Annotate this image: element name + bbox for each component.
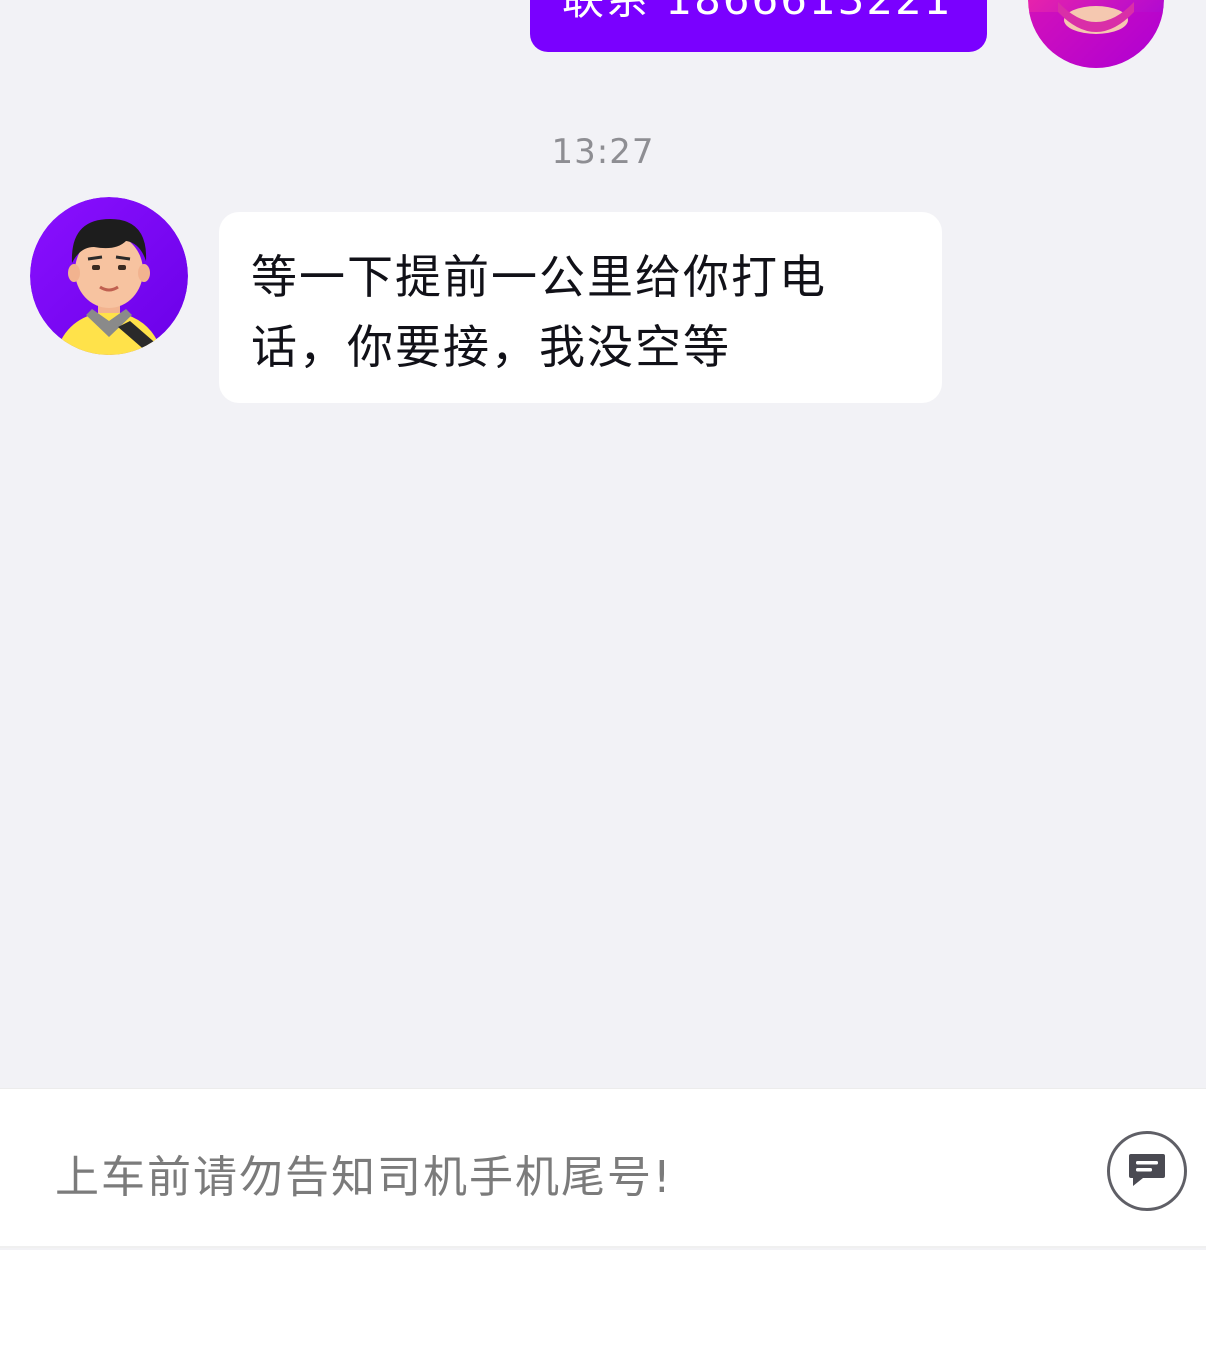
- incoming-message-line-1: 等一下提前一公里给你打电: [251, 250, 827, 304]
- incoming-message-line-2: 话，你要接，我没空等: [251, 320, 731, 374]
- message-timestamp: 13:27: [551, 132, 655, 172]
- incoming-message-bubble[interactable]: 等一下提前一公里给你打电 话，你要接，我没空等: [219, 212, 942, 403]
- user-avatar[interactable]: [1028, 0, 1164, 68]
- quick-message-button[interactable]: [1107, 1131, 1187, 1211]
- driver-avatar-icon: [30, 197, 188, 355]
- chat-message-area[interactable]: 联系 1866613221 13:27: [0, 0, 1206, 1088]
- composer-bar: 上车前请勿告知司机手机尾号!: [0, 1088, 1206, 1248]
- user-avatar-icon: [1028, 0, 1164, 68]
- outgoing-message-bubble[interactable]: 联系 1866613221: [530, 0, 987, 52]
- composer-hint-text[interactable]: 上车前请勿告知司机手机尾号!: [55, 1141, 673, 1205]
- outgoing-message-text: 联系 1866613221: [562, 0, 953, 27]
- message-bubble-icon: [1129, 1154, 1165, 1186]
- bottom-blank-area: [0, 1250, 1206, 1345]
- driver-avatar[interactable]: [30, 197, 188, 355]
